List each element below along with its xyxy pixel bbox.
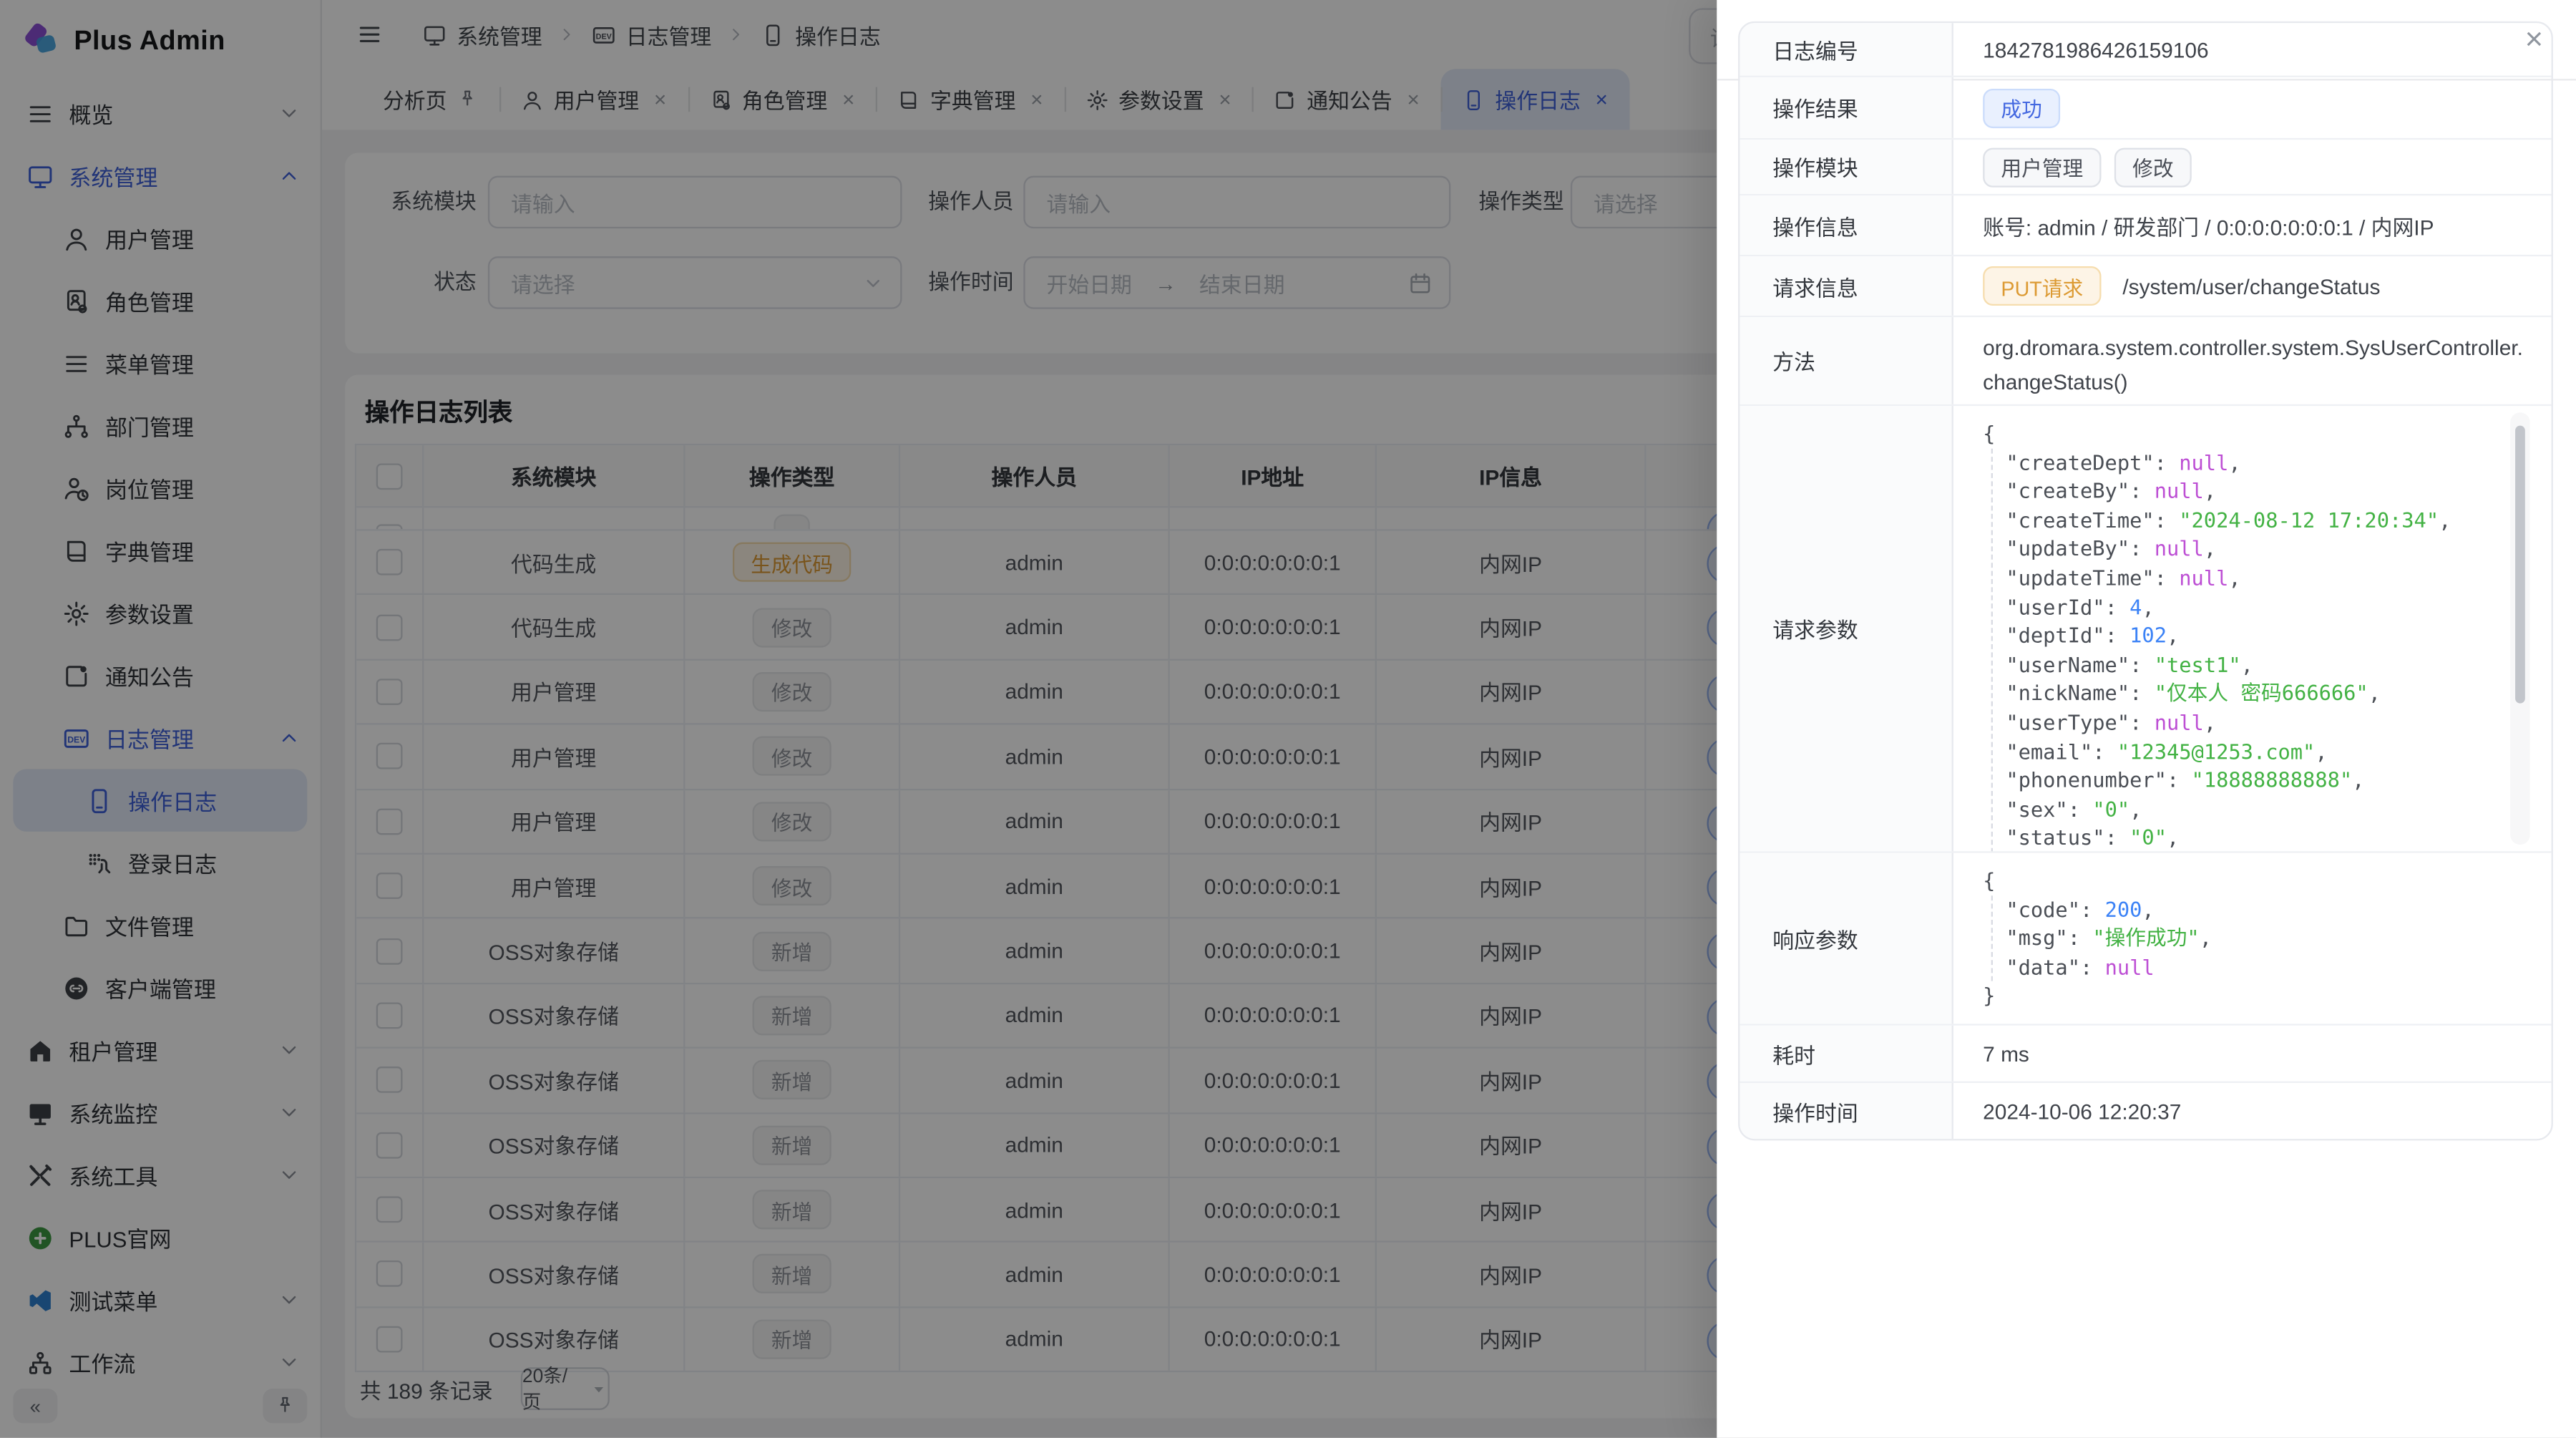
detail-value: 1842781986426159106 — [1983, 37, 2208, 62]
detail-label: 操作结果 — [1740, 77, 1953, 138]
detail-label: 耗时 — [1740, 1026, 1953, 1082]
detail-row-3: 操作信息账号: admin / 研发部门 / 0:0:0:0:0:0:0:1 /… — [1740, 195, 2551, 256]
http-method-tag: PUT请求 — [1983, 266, 2101, 306]
detail-label: 请求信息 — [1740, 256, 1953, 316]
detail-value: 2024-10-06 12:20:37 — [1983, 1099, 2181, 1123]
detail-value-cell: {"code": 200,"msg": "操作成功","data": null} — [1953, 853, 2552, 1024]
detail-row-4: 请求信息PUT请求/system/user/changeStatus — [1740, 256, 2551, 317]
log-detail-drawer: 查看日志 × 日志编号1842781986426159106操作结果成功操作模块… — [1717, 0, 2576, 1438]
detail-row-0: 日志编号 1842781986426159106 — [1740, 23, 2551, 77]
detail-value-cell: 用户管理修改 — [1953, 140, 2552, 194]
detail-row-6: 请求参数{"createDept": null,"createBy": null… — [1740, 406, 2551, 852]
scrollbar-thumb[interactable] — [2515, 426, 2525, 704]
detail-label: 操作模块 — [1740, 140, 1953, 194]
detail-value-cell: {"createDept": null,"createBy": null,"cr… — [1953, 406, 2552, 851]
detail-row-1: 操作结果成功 — [1740, 77, 2551, 140]
detail-row-8: 耗时 7 ms — [1740, 1026, 2551, 1083]
result-tag: 成功 — [1983, 88, 2060, 127]
request-url: /system/user/changeStatus — [2122, 273, 2380, 298]
detail-row-5: 方法 org.dromara.system.controller.system.S… — [1740, 317, 2551, 406]
detail-row-9: 操作时间 2024-10-06 12:20:37 — [1740, 1083, 2551, 1139]
detail-value-cell: 账号: admin / 研发部门 / 0:0:0:0:0:0:0:1 / 内网I… — [1953, 195, 2552, 255]
detail-value-cell: org.dromara.system.controller.system.Sys… — [1953, 317, 2552, 404]
detail-value-cell: PUT请求/system/user/changeStatus — [1953, 256, 2552, 316]
detail-value: org.dromara.system.controller.system.Sys… — [1983, 335, 2523, 394]
detail-label: 操作信息 — [1740, 195, 1953, 255]
app-stage: Plus Admin 概览系统管理用户管理角色管理菜单管理部门管理岗位管理字典管… — [0, 0, 2576, 1438]
detail-label: 响应参数 — [1740, 853, 1953, 1024]
detail-row-2: 操作模块用户管理修改 — [1740, 140, 2551, 195]
indent-guide — [1991, 448, 1993, 851]
detail-value-cell: 2024-10-06 12:20:37 — [1953, 1083, 2552, 1139]
drawer-detail-table: 日志编号1842781986426159106操作结果成功操作模块用户管理修改操… — [1738, 21, 2553, 1141]
detail-value: 7 ms — [1983, 1041, 2029, 1065]
detail-value-cell: 7 ms — [1953, 1026, 2552, 1082]
detail-value-cell: 1842781986426159106 — [1953, 23, 2552, 75]
detail-value-cell: 成功 — [1953, 77, 2552, 138]
module-tag: 修改 — [2114, 147, 2192, 186]
detail-label: 操作时间 — [1740, 1083, 1953, 1139]
indent-guide — [1991, 895, 1993, 981]
detail-label: 请求参数 — [1740, 406, 1953, 851]
detail-row-7: 响应参数{"code": 200,"msg": "操作成功","data": n… — [1740, 853, 2551, 1026]
detail-label: 方法 — [1740, 317, 1953, 404]
detail-value: 账号: admin / 研发部门 / 0:0:0:0:0:0:0:1 / 内网I… — [1983, 210, 2434, 241]
module-tag: 用户管理 — [1983, 147, 2101, 186]
detail-label: 日志编号 — [1740, 23, 1953, 75]
